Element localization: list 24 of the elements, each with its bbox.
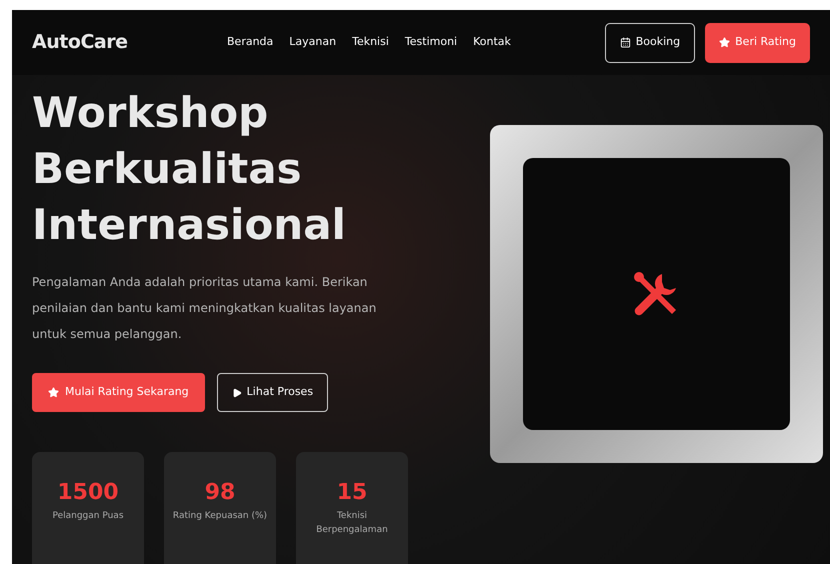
hero-title: Workshop xyxy=(32,87,270,139)
nav-link[interactable]: Teknisi xyxy=(352,34,389,51)
stat-value: 1500 xyxy=(57,479,119,507)
start-rating-button[interactable]: Mulai Rating Sekarang xyxy=(32,373,205,412)
nav-link[interactable]: Kontak xyxy=(473,34,511,51)
hero-title: Internasional xyxy=(32,199,347,251)
booking-button[interactable]: Booking xyxy=(604,22,696,62)
stat-value: 15 xyxy=(336,479,368,507)
hero-title: Berkualitas xyxy=(32,143,303,195)
brand-logo[interactable]: AutoCare xyxy=(32,28,227,57)
rate-button[interactable]: Beri Rating xyxy=(705,22,810,62)
stat-label: Rating Kepuasan (%) xyxy=(172,510,268,523)
nav-link[interactable]: Layanan xyxy=(289,34,336,51)
view-process-button[interactable]: Lihat Proses xyxy=(216,373,328,412)
nav-link[interactable]: Beranda xyxy=(227,34,274,51)
calendar-icon xyxy=(620,37,631,48)
star-icon xyxy=(48,387,59,398)
play-icon xyxy=(232,388,242,398)
star-icon xyxy=(719,37,730,48)
nav-link[interactable]: Testimoni xyxy=(404,34,458,51)
stat-value: 98 xyxy=(204,479,236,507)
stat-label: Teknisi Berpengalaman xyxy=(315,510,389,537)
hero-description: Pengalaman Anda adalah prioritas utama kami. Berikan penilaian dan bantu kami meningkatkan kualitas layanan untuk semua pelanggan. xyxy=(32,274,378,343)
stat-label: Pelanggan Puas xyxy=(52,510,124,523)
